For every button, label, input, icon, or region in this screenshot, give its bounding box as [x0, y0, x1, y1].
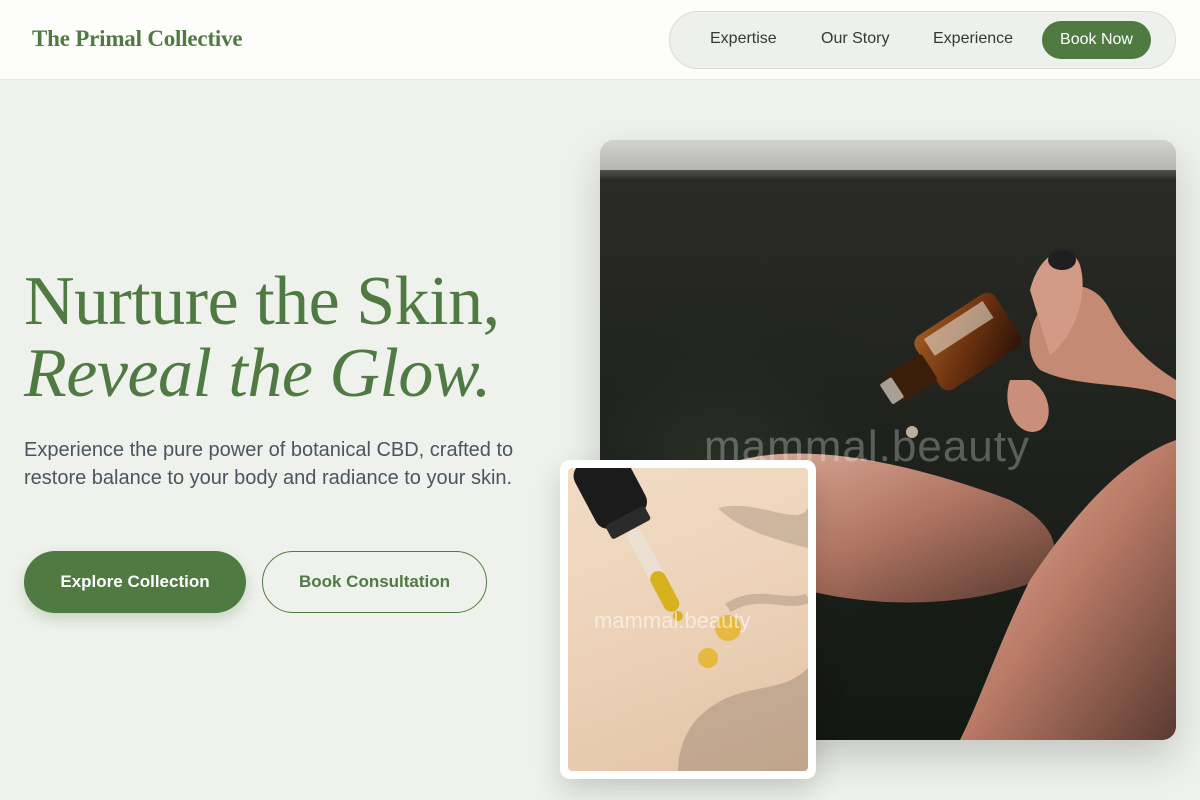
nav-item-expertise[interactable]: Expertise [710, 30, 777, 48]
headline-line-1: Nurture the Skin, [24, 263, 500, 340]
nav-item-our-story[interactable]: Our Story [821, 30, 889, 48]
book-now-button[interactable]: Book Now [1042, 21, 1151, 59]
nav-item-experience[interactable]: Experience [933, 30, 1013, 48]
site-header: The Primal Collective Expertise Our Stor… [0, 0, 1200, 80]
book-consultation-button[interactable]: Book Consultation [262, 551, 487, 613]
inset-product-card: mammal.beauty [560, 460, 816, 779]
explore-collection-button[interactable]: Explore Collection [24, 551, 246, 613]
main-nav: Expertise Our Story Experience Book Now [669, 11, 1176, 69]
hero-subtitle: Experience the pure power of botanical C… [24, 439, 514, 489]
inset-watermark: mammal.beauty [594, 608, 751, 633]
hero-headline: Nurture the Skin, Reveal the Glow. [24, 266, 500, 410]
headline-line-2: Reveal the Glow. [24, 335, 491, 412]
inset-image-dropper-oil: mammal.beauty [568, 468, 808, 771]
brand-logo[interactable]: The Primal Collective [32, 26, 243, 52]
